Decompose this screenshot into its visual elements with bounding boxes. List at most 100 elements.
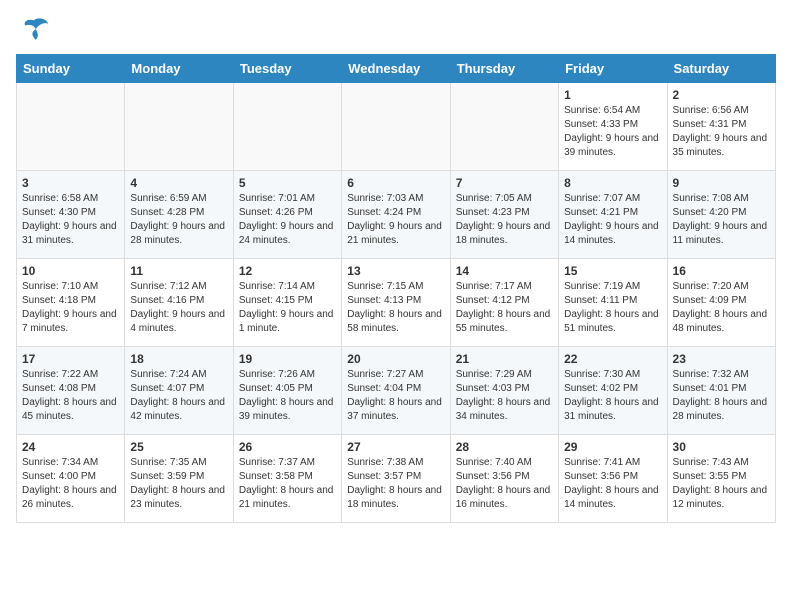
calendar-cell: 29 Sunrise: 7:41 AM Sunset: 3:56 PM Dayli… (559, 435, 667, 523)
weekday-header-row: SundayMondayTuesdayWednesdayThursdayFrid… (17, 55, 776, 83)
calendar-cell (450, 83, 558, 171)
calendar-cell: 28 Sunrise: 7:40 AM Sunset: 3:56 PM Dayli… (450, 435, 558, 523)
cell-content: Sunrise: 7:40 AM Sunset: 3:56 PM Dayligh… (456, 456, 553, 512)
calendar-cell: 18 Sunrise: 7:24 AM Sunset: 4:07 PM Dayli… (125, 347, 233, 435)
cell-content: Sunrise: 6:56 AM Sunset: 4:31 PM Dayligh… (673, 104, 770, 160)
calendar-week-row: 24 Sunrise: 7:34 AM Sunset: 4:00 PM Dayli… (17, 435, 776, 523)
day-number: 4 (130, 176, 227, 190)
calendar-cell: 26 Sunrise: 7:37 AM Sunset: 3:58 PM Dayli… (233, 435, 341, 523)
cell-content: Sunrise: 7:14 AM Sunset: 4:15 PM Dayligh… (239, 280, 336, 336)
cell-content: Sunrise: 7:05 AM Sunset: 4:23 PM Dayligh… (456, 192, 553, 248)
day-number: 22 (564, 352, 661, 366)
day-number: 19 (239, 352, 336, 366)
calendar-cell: 16 Sunrise: 7:20 AM Sunset: 4:09 PM Dayli… (667, 259, 775, 347)
cell-content: Sunrise: 7:03 AM Sunset: 4:24 PM Dayligh… (347, 192, 444, 248)
weekday-header-saturday: Saturday (667, 55, 775, 83)
weekday-header-friday: Friday (559, 55, 667, 83)
day-number: 1 (564, 88, 661, 102)
cell-content: Sunrise: 7:19 AM Sunset: 4:11 PM Dayligh… (564, 280, 661, 336)
day-number: 10 (22, 264, 119, 278)
calendar-cell: 21 Sunrise: 7:29 AM Sunset: 4:03 PM Dayli… (450, 347, 558, 435)
calendar-cell: 5 Sunrise: 7:01 AM Sunset: 4:26 PM Daylig… (233, 171, 341, 259)
calendar-cell: 17Sunrise: 7:22 AM Sunset: 4:08 PM Dayli… (17, 347, 125, 435)
day-number: 21 (456, 352, 553, 366)
day-number: 12 (239, 264, 336, 278)
cell-content: Sunrise: 7:34 AM Sunset: 4:00 PM Dayligh… (22, 456, 119, 512)
calendar-cell: 15 Sunrise: 7:19 AM Sunset: 4:11 PM Dayli… (559, 259, 667, 347)
day-number: 23 (673, 352, 770, 366)
day-number: 25 (130, 440, 227, 454)
cell-content: Sunrise: 6:58 AM Sunset: 4:30 PM Dayligh… (22, 192, 119, 248)
cell-content: Sunrise: 7:12 AM Sunset: 4:16 PM Dayligh… (130, 280, 227, 336)
weekday-header-wednesday: Wednesday (342, 55, 450, 83)
calendar-cell: 3 Sunrise: 6:58 AM Sunset: 4:30 PM Daylig… (17, 171, 125, 259)
day-number: 20 (347, 352, 444, 366)
calendar-cell: 8 Sunrise: 7:07 AM Sunset: 4:21 PM Daylig… (559, 171, 667, 259)
calendar-cell: 9 Sunrise: 7:08 AM Sunset: 4:20 PM Daylig… (667, 171, 775, 259)
cell-content: Sunrise: 7:20 AM Sunset: 4:09 PM Dayligh… (673, 280, 770, 336)
cell-content: Sunrise: 7:38 AM Sunset: 3:57 PM Dayligh… (347, 456, 444, 512)
day-number: 15 (564, 264, 661, 278)
calendar-cell: 20 Sunrise: 7:27 AM Sunset: 4:04 PM Dayli… (342, 347, 450, 435)
weekday-header-tuesday: Tuesday (233, 55, 341, 83)
cell-content: Sunrise: 6:59 AM Sunset: 4:28 PM Dayligh… (130, 192, 227, 248)
day-number: 26 (239, 440, 336, 454)
calendar-cell: 23Sunrise: 7:32 AM Sunset: 4:01 PM Dayli… (667, 347, 775, 435)
day-number: 27 (347, 440, 444, 454)
day-number: 16 (673, 264, 770, 278)
cell-content: Sunrise: 7:37 AM Sunset: 3:58 PM Dayligh… (239, 456, 336, 512)
calendar-cell (342, 83, 450, 171)
cell-content: Sunrise: 7:17 AM Sunset: 4:12 PM Dayligh… (456, 280, 553, 336)
weekday-header-monday: Monday (125, 55, 233, 83)
cell-content: Sunrise: 7:24 AM Sunset: 4:07 PM Dayligh… (130, 368, 227, 424)
calendar-cell: 13 Sunrise: 7:15 AM Sunset: 4:13 PM Dayli… (342, 259, 450, 347)
day-number: 18 (130, 352, 227, 366)
cell-content: Sunrise: 7:08 AM Sunset: 4:20 PM Dayligh… (673, 192, 770, 248)
cell-content: Sunrise: 7:26 AM Sunset: 4:05 PM Dayligh… (239, 368, 336, 424)
cell-content: Sunrise: 7:07 AM Sunset: 4:21 PM Dayligh… (564, 192, 661, 248)
calendar-cell (233, 83, 341, 171)
cell-content: Sunrise: 7:15 AM Sunset: 4:13 PM Dayligh… (347, 280, 444, 336)
calendar-cell: 11 Sunrise: 7:12 AM Sunset: 4:16 PM Dayli… (125, 259, 233, 347)
day-number: 2 (673, 88, 770, 102)
day-number: 30 (673, 440, 770, 454)
weekday-header-thursday: Thursday (450, 55, 558, 83)
day-number: 8 (564, 176, 661, 190)
day-number: 7 (456, 176, 553, 190)
calendar-cell: 7 Sunrise: 7:05 AM Sunset: 4:23 PM Daylig… (450, 171, 558, 259)
logo (16, 16, 50, 44)
day-number: 14 (456, 264, 553, 278)
calendar-cell: 2 Sunrise: 6:56 AM Sunset: 4:31 PM Daylig… (667, 83, 775, 171)
day-number: 5 (239, 176, 336, 190)
cell-content: Sunrise: 7:35 AM Sunset: 3:59 PM Dayligh… (130, 456, 227, 512)
calendar-cell (125, 83, 233, 171)
cell-content: Sunrise: 7:22 AM Sunset: 4:08 PM Dayligh… (22, 368, 119, 424)
day-number: 29 (564, 440, 661, 454)
calendar-cell: 22 Sunrise: 7:30 AM Sunset: 4:02 PM Dayli… (559, 347, 667, 435)
calendar-cell: 6 Sunrise: 7:03 AM Sunset: 4:24 PM Daylig… (342, 171, 450, 259)
day-number: 11 (130, 264, 227, 278)
day-number: 13 (347, 264, 444, 278)
calendar-week-row: 10Sunrise: 7:10 AM Sunset: 4:18 PM Dayli… (17, 259, 776, 347)
cell-content: Sunrise: 6:54 AM Sunset: 4:33 PM Dayligh… (564, 104, 661, 160)
cell-content: Sunrise: 7:43 AM Sunset: 3:55 PM Dayligh… (673, 456, 770, 512)
day-number: 6 (347, 176, 444, 190)
day-number: 24 (22, 440, 119, 454)
calendar-cell: 10Sunrise: 7:10 AM Sunset: 4:18 PM Dayli… (17, 259, 125, 347)
logo-bird-icon (18, 16, 50, 44)
day-number: 9 (673, 176, 770, 190)
calendar-week-row: 1 Sunrise: 6:54 AM Sunset: 4:33 PM Daylig… (17, 83, 776, 171)
calendar-week-row: 17Sunrise: 7:22 AM Sunset: 4:08 PM Dayli… (17, 347, 776, 435)
calendar-cell: 24 Sunrise: 7:34 AM Sunset: 4:00 PM Dayli… (17, 435, 125, 523)
calendar-week-row: 3 Sunrise: 6:58 AM Sunset: 4:30 PM Daylig… (17, 171, 776, 259)
day-number: 28 (456, 440, 553, 454)
calendar-cell: 25 Sunrise: 7:35 AM Sunset: 3:59 PM Dayli… (125, 435, 233, 523)
cell-content: Sunrise: 7:41 AM Sunset: 3:56 PM Dayligh… (564, 456, 661, 512)
cell-content: Sunrise: 7:27 AM Sunset: 4:04 PM Dayligh… (347, 368, 444, 424)
cell-content: Sunrise: 7:30 AM Sunset: 4:02 PM Dayligh… (564, 368, 661, 424)
cell-content: Sunrise: 7:01 AM Sunset: 4:26 PM Dayligh… (239, 192, 336, 248)
calendar-cell: 4 Sunrise: 6:59 AM Sunset: 4:28 PM Daylig… (125, 171, 233, 259)
day-number: 3 (22, 176, 119, 190)
cell-content: Sunrise: 7:29 AM Sunset: 4:03 PM Dayligh… (456, 368, 553, 424)
calendar-cell: 19 Sunrise: 7:26 AM Sunset: 4:05 PM Dayli… (233, 347, 341, 435)
